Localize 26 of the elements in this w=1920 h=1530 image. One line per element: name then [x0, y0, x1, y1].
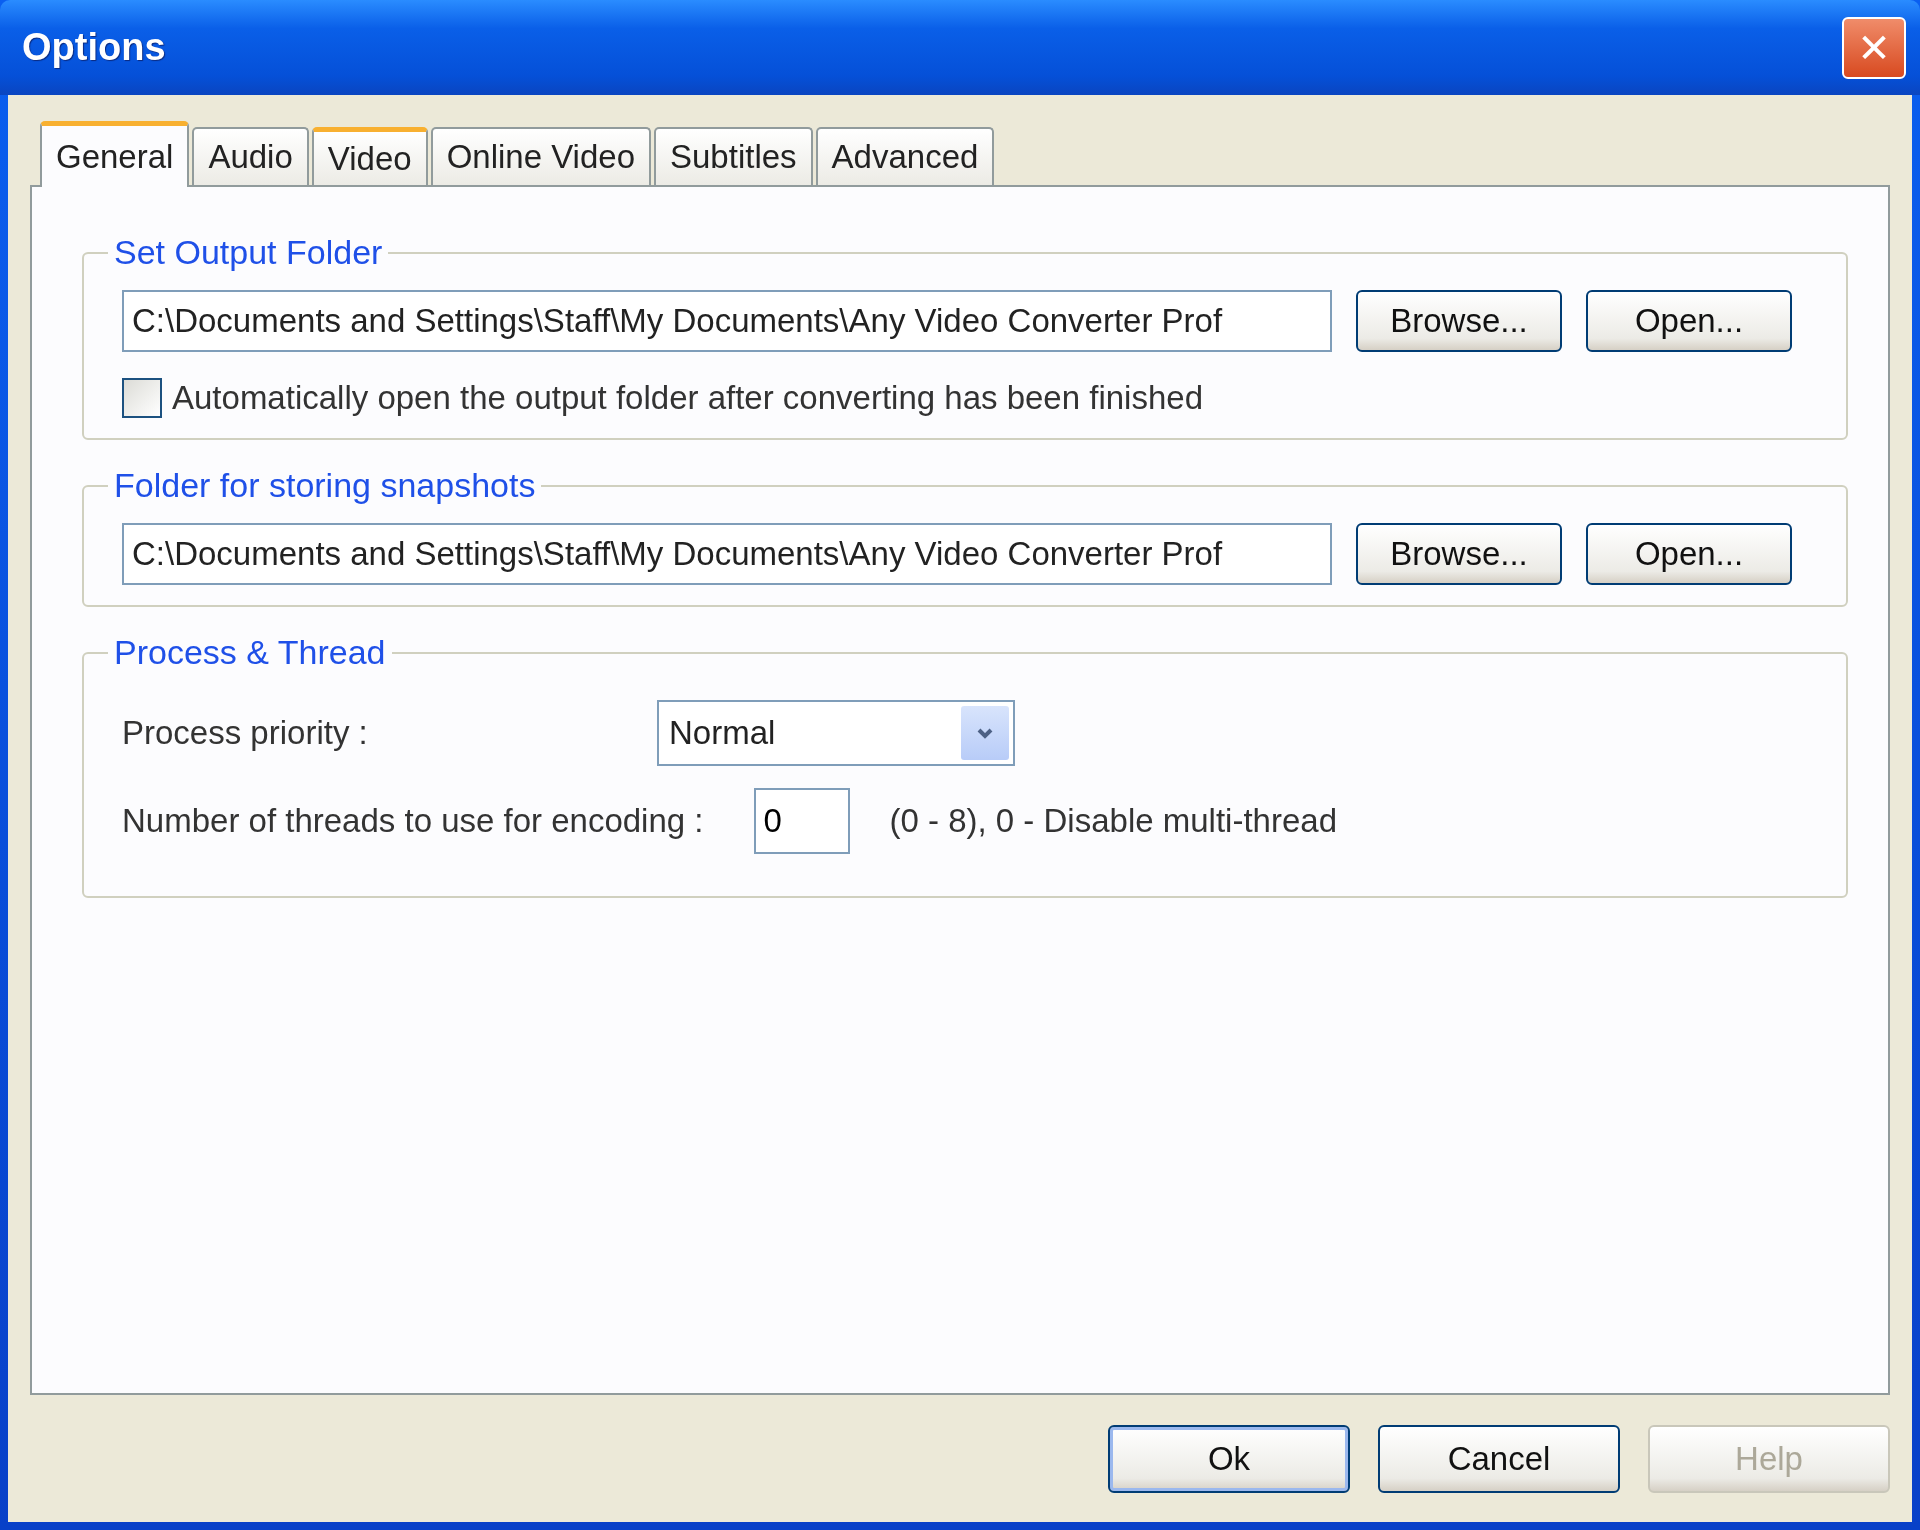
folder-button[interactable]: Browse...: [1356, 523, 1562, 585]
tab[interactable]: Subtitles: [654, 127, 813, 185]
checkbox[interactable]: [122, 378, 162, 418]
tab[interactable]: Online Video: [430, 127, 651, 185]
window-title: Options: [22, 26, 166, 69]
group-title: Folder for storing snapshots: [113, 466, 537, 505]
tab[interactable]: Video: [311, 127, 428, 185]
folder-button[interactable]: Open...: [1586, 290, 1792, 352]
folder-button[interactable]: Browse...: [1356, 290, 1562, 352]
threads-field[interactable]: 0: [753, 788, 850, 854]
priority-label: Process priority :: [122, 714, 369, 752]
tab[interactable]: Audio: [192, 127, 309, 185]
dialog-button[interactable]: Ok: [1108, 1424, 1350, 1493]
threads-label: Number of threads to use for encoding :: [122, 802, 704, 840]
chevron-down-icon: [961, 706, 1009, 760]
folder-button[interactable]: Open...: [1586, 523, 1792, 585]
path-field[interactable]: C:\Documents and Settings\Staff\My Documents\Any Video Converter Prof: [122, 523, 1332, 585]
priority-dropdown[interactable]: Normal: [657, 700, 1015, 766]
group-title: Process & Thread: [113, 633, 387, 672]
checkbox-label: Automatically open the output folder after converting has been finished: [172, 379, 1203, 417]
dialog-button[interactable]: Cancel: [1378, 1424, 1620, 1493]
threads-hint: (0 - 8), 0 - Disable multi-thread: [889, 802, 1337, 840]
group-title: Set Output Folder: [113, 233, 384, 272]
path-field[interactable]: C:\Documents and Settings\Staff\My Documents\Any Video Converter Prof: [122, 290, 1332, 352]
tab[interactable]: General: [40, 121, 190, 187]
tab[interactable]: Advanced: [815, 127, 995, 185]
